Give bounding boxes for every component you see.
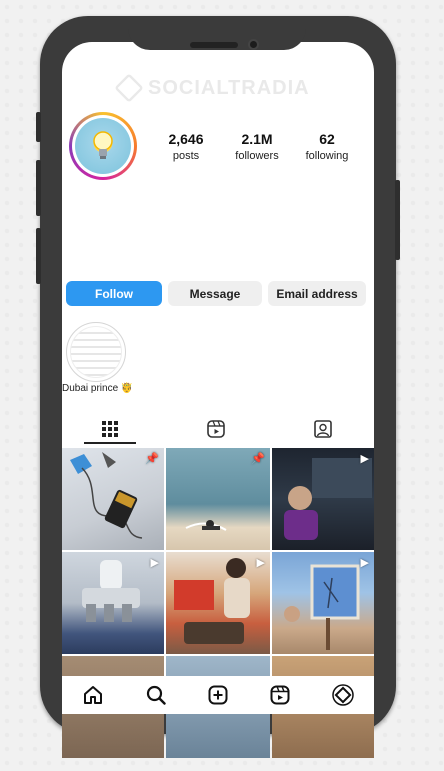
power-button — [395, 180, 400, 260]
followers-stat[interactable]: 2.1M followers — [222, 131, 292, 162]
speaker — [190, 42, 238, 48]
nav-reels[interactable] — [268, 683, 292, 707]
posts-grid: 📌 📌 ▶ ▶ ▶ ▶ — [62, 448, 374, 758]
nav-create[interactable] — [206, 683, 230, 707]
pin-icon: 📌 — [145, 453, 159, 465]
tab-reels[interactable] — [166, 414, 266, 444]
post-thumbnail[interactable]: 📌 — [166, 448, 270, 550]
reel-icon: ▶ — [360, 453, 369, 465]
post-thumbnail[interactable]: ▶ — [62, 552, 164, 654]
watermark-logo-icon — [114, 73, 144, 103]
search-icon — [146, 685, 166, 705]
profile-avatar[interactable] — [69, 112, 137, 180]
post-thumbnail[interactable]: ▶ — [272, 552, 374, 654]
posts-stat[interactable]: 2,646 posts — [151, 131, 221, 162]
pin-icon: 📌 — [251, 453, 265, 465]
post-thumbnail[interactable]: ▶ — [272, 448, 374, 550]
message-button[interactable]: Message — [168, 281, 262, 306]
following-label: following — [305, 150, 349, 162]
post-image — [82, 560, 140, 622]
nav-home[interactable] — [81, 683, 105, 707]
tab-tagged[interactable] — [273, 414, 373, 444]
posts-label: posts — [172, 150, 200, 162]
volume-down-button — [36, 160, 41, 216]
create-icon — [208, 685, 228, 705]
tagged-icon — [314, 420, 332, 438]
highlight-cover — [70, 326, 122, 378]
story-highlight[interactable] — [66, 322, 126, 382]
post-image — [284, 564, 360, 650]
watermark: SOCIALTRADIA — [114, 72, 310, 104]
silent-switch — [36, 228, 41, 284]
watermark-text: SOCIALTRADIA — [148, 76, 310, 99]
follow-button[interactable]: Follow — [66, 281, 162, 306]
following-stat[interactable]: 62 following — [292, 131, 362, 162]
post-image — [284, 458, 372, 540]
highlight-label: Dubai prince 🤴 — [62, 383, 134, 394]
followers-count: 2.1M — [241, 131, 273, 147]
reel-icon: ▶ — [150, 557, 159, 569]
lightbulb-icon — [75, 118, 131, 174]
front-camera — [248, 39, 259, 50]
nav-profile[interactable] — [331, 683, 355, 707]
home-icon — [84, 686, 103, 704]
email-button[interactable]: Email address — [268, 281, 366, 306]
tab-grid[interactable] — [60, 414, 160, 444]
post-thumbnail[interactable]: ▶ — [166, 552, 270, 654]
post-thumbnail[interactable]: 📌 — [62, 448, 164, 550]
followers-label: followers — [235, 150, 279, 162]
reels-icon — [207, 420, 225, 438]
active-tab-indicator — [84, 442, 136, 444]
nav-search[interactable] — [144, 683, 168, 707]
following-count: 62 — [319, 131, 335, 147]
grid-icon — [102, 421, 118, 437]
profile-icon — [332, 684, 354, 706]
reel-icon: ▶ — [360, 557, 369, 569]
volume-up-button — [36, 112, 41, 142]
reel-icon: ▶ — [256, 557, 265, 569]
post-image — [174, 558, 250, 644]
reels-icon — [270, 685, 290, 705]
bottom-nav — [62, 676, 374, 714]
posts-count: 2,646 — [168, 131, 204, 147]
